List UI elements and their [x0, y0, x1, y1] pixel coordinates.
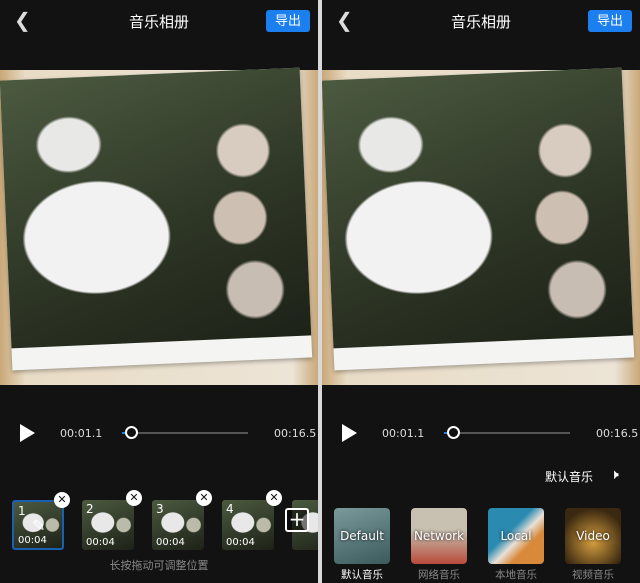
- clip-index: 3: [156, 502, 164, 516]
- current-time: 00:01.1: [60, 427, 103, 440]
- header: ❮ 音乐相册 导出: [0, 0, 318, 42]
- seek-slider[interactable]: [122, 426, 248, 439]
- music-card-default[interactable]: Default: [334, 508, 390, 564]
- seek-knob[interactable]: [124, 426, 138, 439]
- clip-thumbnail[interactable]: 3 00:04 ✕: [152, 490, 212, 550]
- total-time: 00:16.5: [274, 427, 317, 440]
- clip-duration: 00:04: [18, 535, 47, 546]
- play-icon[interactable]: [342, 424, 357, 442]
- preview-photo: [322, 67, 635, 371]
- remove-clip-close-icon[interactable]: ✕: [54, 492, 70, 508]
- play-icon[interactable]: [20, 424, 35, 442]
- seek-knob[interactable]: [446, 426, 460, 439]
- clip-duration: 00:04: [86, 537, 115, 548]
- clip-index: 1: [18, 504, 26, 518]
- music-card-video[interactable]: Video: [565, 508, 621, 564]
- remove-clip-close-icon[interactable]: ✕: [126, 490, 142, 506]
- export-button[interactable]: 导出: [588, 10, 632, 32]
- seek-slider[interactable]: [444, 426, 570, 439]
- preview-area: [0, 67, 318, 385]
- clip-thumbnail[interactable]: 1 ✎ 00:04 ✕: [12, 492, 70, 550]
- music-card-local[interactable]: Local: [488, 508, 544, 564]
- clip-index: 4: [226, 502, 234, 516]
- remove-clip-close-icon[interactable]: ✕: [196, 490, 212, 506]
- music-card-label: 网络音乐: [418, 569, 460, 581]
- current-time: 00:01.1: [382, 427, 425, 440]
- preview-area: [322, 67, 640, 385]
- export-button[interactable]: 导出: [266, 10, 310, 32]
- speaker-icon[interactable]: 🕨: [610, 467, 619, 483]
- music-card-label: 视频音乐: [572, 569, 614, 581]
- clip-thumbnail[interactable]: 4 00:04 ✕: [222, 490, 282, 550]
- music-card-label: 默认音乐: [341, 569, 383, 581]
- reorder-hint: 长按拖动可调整位置: [109, 559, 209, 572]
- edit-pencil-icon[interactable]: ✎: [32, 516, 45, 535]
- total-time: 00:16.5: [596, 427, 639, 440]
- clip-index: 2: [86, 502, 94, 516]
- clip-duration: 00:04: [156, 537, 185, 548]
- music-card-label: 本地音乐: [495, 569, 537, 581]
- add-clip-plus-icon[interactable]: +: [285, 508, 309, 532]
- preview-photo: [0, 67, 313, 371]
- remove-clip-close-icon[interactable]: ✕: [266, 490, 282, 506]
- editor-panel-music: ❮ 音乐相册 导出 00:01.1 00:16.5 默认音乐 🕨 Default…: [322, 0, 640, 583]
- clip-duration: 00:04: [226, 537, 255, 548]
- music-card-network[interactable]: Network: [411, 508, 467, 564]
- editor-panel-clips: ❮ 音乐相册 导出 00:01.1 00:16.5 1 ✎ 00:04 ✕ 2 00:0…: [0, 0, 318, 583]
- clip-thumbnail[interactable]: 2 00:04 ✕: [82, 490, 142, 550]
- header: ❮ 音乐相册 导出: [322, 0, 640, 42]
- current-music-label: 默认音乐: [545, 470, 594, 484]
